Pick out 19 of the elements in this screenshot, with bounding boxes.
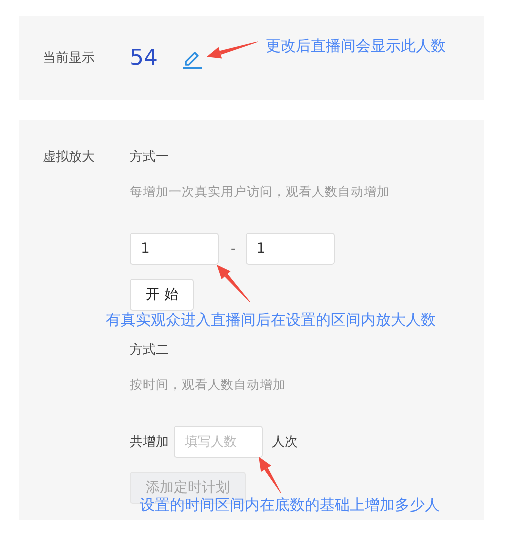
method-description: 每增加一次真实用户访问，观看人数自动增加 <box>130 184 390 201</box>
field-label: 虚拟放大 <box>43 149 96 166</box>
range-separator: - <box>231 242 236 256</box>
range-from-field[interactable]: 1 <box>130 233 219 265</box>
field-prefix: 共增加 <box>130 434 169 451</box>
viewer-count: 54 <box>130 46 158 70</box>
start-button[interactable]: 开 始 <box>130 279 194 311</box>
annotation-arrow <box>259 457 282 494</box>
method-description: 按时间，观看人数自动增加 <box>130 377 286 394</box>
range-to-field[interactable]: 1 <box>246 233 335 265</box>
method-title: 方式一 <box>130 149 169 166</box>
method-title: 方式二 <box>130 342 169 359</box>
field-label: 当前显示 <box>43 50 96 67</box>
annotation-text: 有真实观众进入直播间后在设置的区间内放大人数 <box>106 311 436 330</box>
count-field[interactable]: 填写人数 <box>174 426 263 458</box>
annotation-text: 更改后直播间会显示此人数 <box>266 37 446 56</box>
field-suffix: 人次 <box>272 434 298 451</box>
annotation-arrow <box>217 265 250 302</box>
annotation-arrow <box>207 42 258 59</box>
